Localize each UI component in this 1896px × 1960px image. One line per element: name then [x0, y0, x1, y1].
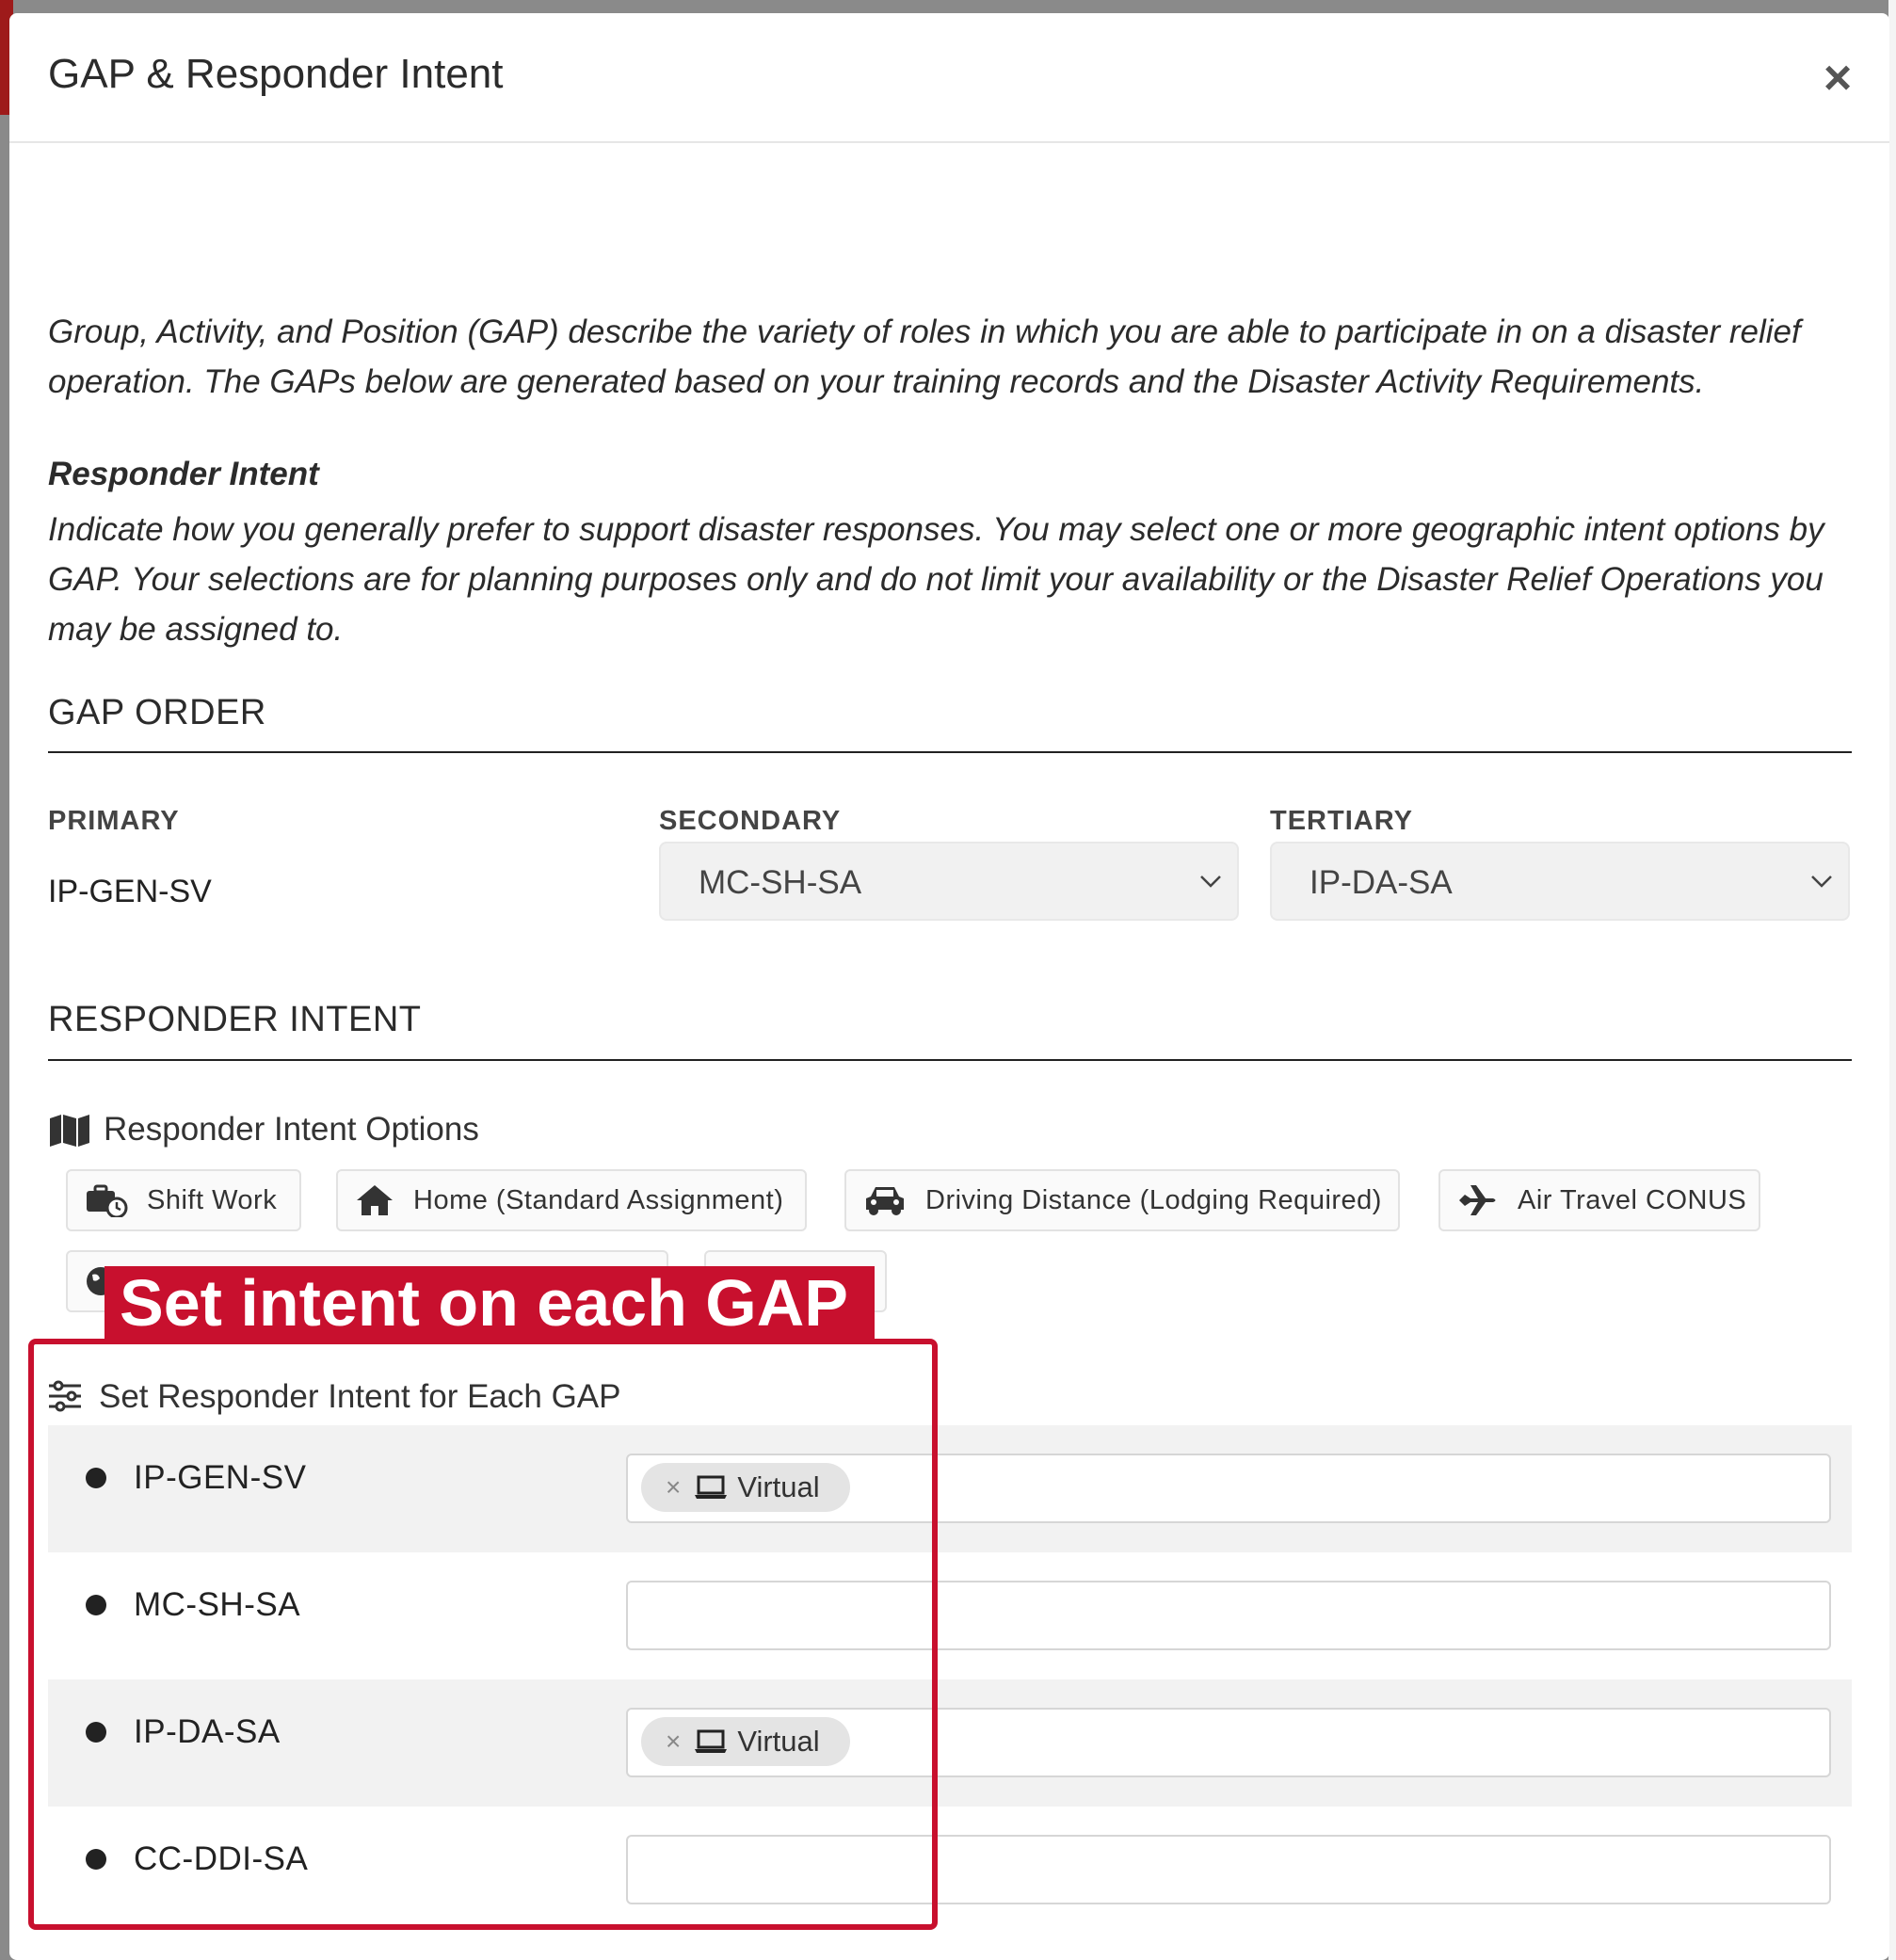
secondary-label: SECONDARY [659, 806, 842, 836]
tertiary-gap-value: IP-DA-SA [1310, 864, 1453, 901]
intent-chip: × Virtual [641, 1717, 850, 1766]
gap-order-divider [48, 751, 1852, 753]
primary-gap-value: IP-GEN-SV [48, 874, 212, 909]
gap-intent-input[interactable] [626, 1835, 1831, 1904]
option-home[interactable]: Home (Standard Assignment) [336, 1169, 807, 1231]
responder-intent-divider [48, 1059, 1852, 1061]
secondary-gap-select[interactable]: MC-SH-SA [659, 842, 1239, 921]
chip-label: Virtual [737, 1470, 820, 1503]
gap-row: IP-GEN-SV × Virtual [48, 1425, 1852, 1552]
briefcase-clock-icon [87, 1184, 128, 1217]
annotation-callout: Set intent on each GAP [104, 1266, 875, 1340]
primary-label: PRIMARY [48, 806, 180, 836]
gap-name: IP-GEN-SV [134, 1459, 307, 1496]
bullet-icon [86, 1722, 106, 1743]
gap-row: IP-DA-SA × Virtual [48, 1679, 1852, 1807]
intent-options-label: Responder Intent Options [104, 1111, 479, 1148]
intent-chip: × Virtual [641, 1463, 850, 1512]
gap-intent-input[interactable]: × Virtual [626, 1708, 1831, 1777]
responder-intent-heading: Responder Intent [48, 456, 319, 492]
map-icon [50, 1115, 89, 1147]
option-label: Air Travel CONUS [1518, 1184, 1747, 1215]
secondary-gap-value: MC-SH-SA [699, 864, 862, 901]
tertiary-label: TERTIARY [1270, 806, 1413, 836]
set-intent-label: Set Responder Intent for Each GAP [99, 1378, 621, 1415]
gap-name: IP-DA-SA [134, 1713, 281, 1750]
bullet-icon [86, 1849, 106, 1870]
option-air-travel-conus[interactable]: Air Travel CONUS [1438, 1169, 1760, 1231]
chip-label: Virtual [737, 1725, 820, 1758]
bullet-icon [86, 1468, 106, 1488]
plane-icon [1459, 1185, 1496, 1215]
remove-chip-icon[interactable]: × [666, 1472, 681, 1502]
background-page-edge [1888, 0, 1896, 1960]
option-driving-distance[interactable]: Driving Distance (Lodging Required) [844, 1169, 1400, 1231]
responder-intent-description: Indicate how you generally prefer to sup… [48, 511, 1824, 648]
close-icon[interactable]: × [1814, 54, 1861, 103]
sliders-icon [49, 1380, 81, 1412]
gap-description: Group, Activity, and Position (GAP) desc… [48, 313, 1801, 400]
responder-intent-title: RESPONDER INTENT [48, 1000, 422, 1039]
chevron-down-icon [1811, 876, 1832, 888]
laptop-icon [695, 1475, 728, 1499]
option-label: Driving Distance (Lodging Required) [925, 1184, 1382, 1215]
option-label: Home (Standard Assignment) [413, 1184, 784, 1215]
car-icon [866, 1187, 904, 1215]
gap-row: MC-SH-SA [48, 1552, 1852, 1679]
bullet-icon [86, 1595, 106, 1615]
option-label: Shift Work [147, 1184, 278, 1215]
gap-row: CC-DDI-SA [48, 1807, 1852, 1934]
gap-name: MC-SH-SA [134, 1586, 301, 1623]
tertiary-gap-select[interactable]: IP-DA-SA [1270, 842, 1850, 921]
option-shift-work[interactable]: Shift Work [66, 1169, 301, 1231]
gap-intent-input[interactable] [626, 1581, 1831, 1650]
chevron-down-icon [1200, 876, 1221, 888]
modal-title: GAP & Responder Intent [48, 51, 504, 97]
gap-intent-input[interactable]: × Virtual [626, 1454, 1831, 1523]
gap-name: CC-DDI-SA [134, 1840, 309, 1877]
remove-chip-icon[interactable]: × [666, 1727, 681, 1757]
laptop-icon [695, 1729, 728, 1753]
home-icon [357, 1185, 393, 1215]
gap-order-title: GAP ORDER [48, 693, 266, 732]
modal-header: GAP & Responder Intent × [9, 13, 1889, 143]
gap-intent-modal: GAP & Responder Intent × Group, Activity… [9, 13, 1889, 1960]
